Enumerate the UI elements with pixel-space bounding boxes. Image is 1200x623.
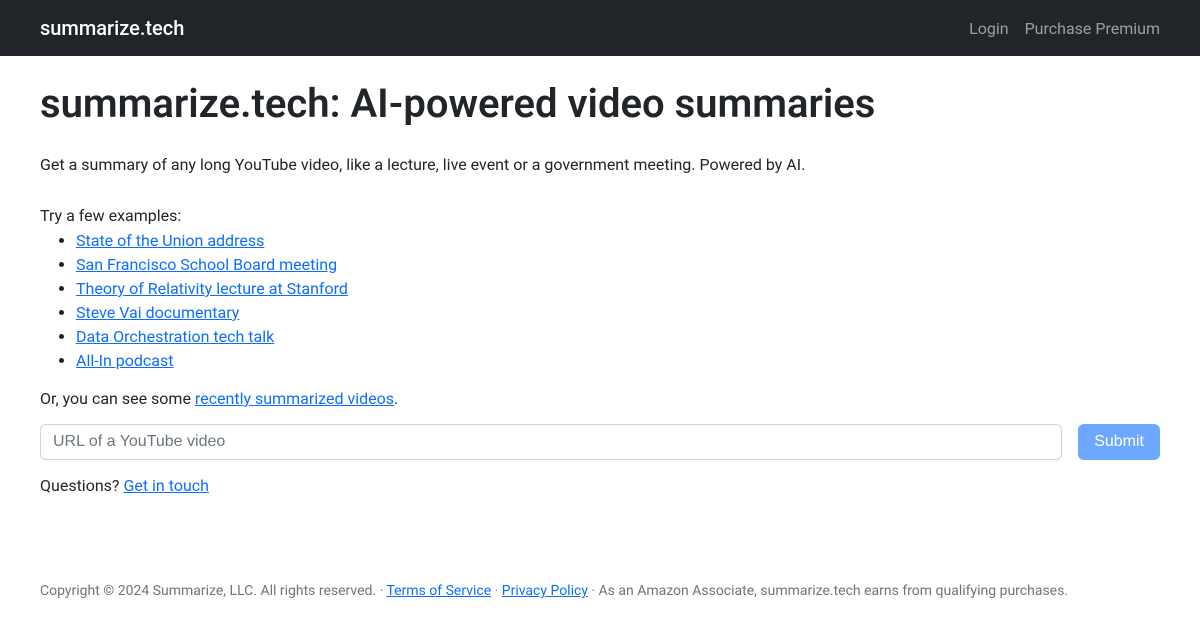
url-form: Submit (40, 424, 1160, 460)
example-link[interactable]: All-In podcast (76, 351, 174, 370)
navbar: summarize.tech Login Purchase Premium (0, 0, 1200, 56)
examples-list: State of the Union address San Francisco… (40, 229, 1160, 373)
contact-link[interactable]: Get in touch (123, 476, 209, 495)
premium-link[interactable]: Purchase Premium (1025, 19, 1160, 38)
main-container: summarize.tech: AI-powered video summari… (0, 56, 1200, 559)
example-link[interactable]: San Francisco School Board meeting (76, 255, 337, 274)
recent-prefix: Or, you can see some (40, 389, 195, 408)
copyright-text: Copyright © 2024 Summarize, LLC. All rig… (40, 583, 386, 599)
login-link[interactable]: Login (969, 19, 1008, 38)
example-link[interactable]: State of the Union address (76, 231, 264, 250)
list-item: Steve Vai documentary (76, 301, 1160, 325)
navbar-nav: Login Purchase Premium (969, 19, 1160, 38)
list-item: State of the Union address (76, 229, 1160, 253)
list-item: Theory of Relativity lecture at Stanford (76, 277, 1160, 301)
privacy-link[interactable]: Privacy Policy (502, 583, 588, 599)
list-item: All-In podcast (76, 349, 1160, 373)
separator: · (491, 583, 502, 599)
example-link[interactable]: Steve Vai documentary (76, 303, 239, 322)
example-link[interactable]: Theory of Relativity lecture at Stanford (76, 279, 348, 298)
page-heading: summarize.tech: AI-powered video summari… (40, 80, 1160, 127)
submit-button[interactable]: Submit (1078, 424, 1160, 460)
footer-suffix: · As an Amazon Associate, summarize.tech… (588, 583, 1068, 599)
footer: Copyright © 2024 Summarize, LLC. All rig… (0, 559, 1200, 623)
recent-suffix: . (394, 389, 398, 408)
url-input[interactable] (40, 424, 1062, 460)
description-text: Get a summary of any long YouTube video,… (40, 155, 1160, 174)
list-item: Data Orchestration tech talk (76, 325, 1160, 349)
questions-prefix: Questions? (40, 476, 123, 495)
example-link[interactable]: Data Orchestration tech talk (76, 327, 274, 346)
recent-videos-link[interactable]: recently summarized videos (195, 389, 394, 408)
examples-intro: Try a few examples: (40, 206, 1160, 225)
tos-link[interactable]: Terms of Service (386, 583, 491, 599)
questions-text: Questions? Get in touch (40, 476, 1160, 495)
brand-link[interactable]: summarize.tech (40, 16, 184, 40)
list-item: San Francisco School Board meeting (76, 253, 1160, 277)
recent-text: Or, you can see some recently summarized… (40, 389, 1160, 408)
